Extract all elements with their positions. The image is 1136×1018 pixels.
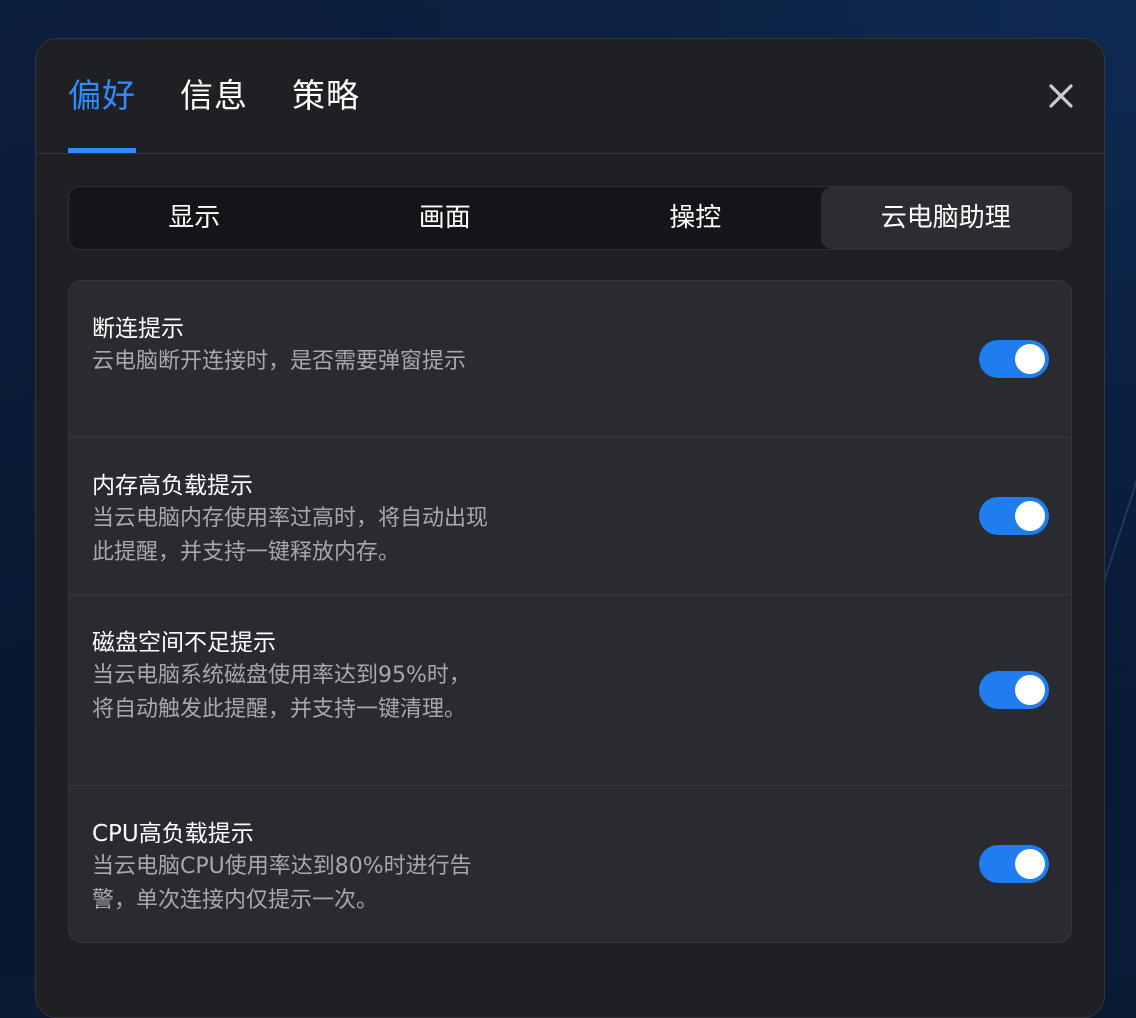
setting-title: CPU高负载提示: [92, 821, 254, 847]
toggle-knob: [1015, 675, 1045, 705]
setting-row-disconnect: 断连提示 云电脑断开连接时，是否需要弹窗提示: [69, 281, 1071, 438]
tab-policy[interactable]: 策略: [292, 39, 360, 153]
setting-title: 内存高负载提示: [92, 473, 253, 499]
segment-picture[interactable]: 画面: [320, 187, 571, 249]
disk-alert-toggle[interactable]: [979, 671, 1049, 709]
close-icon: [1049, 84, 1073, 108]
setting-description: 当云电脑内存使用率过高时，将自动出现此提醒，并支持一键释放内存。: [92, 506, 489, 565]
segment-cloud-assistant[interactable]: 云电脑助理: [820, 187, 1071, 249]
segment-controls[interactable]: 操控: [570, 187, 821, 249]
tab-preferences[interactable]: 偏好: [68, 39, 136, 153]
setting-row-cpu: CPU高负载提示 当云电脑CPU使用率达到80%时进行告警，单次连接内仅提示一次…: [69, 786, 1071, 942]
setting-title: 磁盘空间不足提示: [92, 630, 276, 656]
dialog-tabs: 偏好 信息 策略: [68, 39, 404, 153]
cpu-alert-toggle[interactable]: [979, 845, 1049, 883]
settings-category-switcher: 显示 画面 操控 云电脑助理: [68, 186, 1072, 250]
assistant-settings-list: 断连提示 云电脑断开连接时，是否需要弹窗提示 内存高负载提示 当云电脑内存使用率…: [68, 280, 1072, 943]
setting-description: 当云电脑系统磁盘使用率达到95%时，将自动触发此提醒，并支持一键清理。: [92, 663, 471, 722]
tab-info[interactable]: 信息: [180, 39, 248, 153]
preferences-dialog: 偏好 信息 策略 显示 画面 操控 云电脑助理 断连提示 云电脑断开连接时，是否…: [35, 38, 1105, 1018]
dialog-header: 偏好 信息 策略: [36, 39, 1104, 154]
close-button[interactable]: [1044, 79, 1078, 113]
disconnect-alert-toggle[interactable]: [979, 340, 1049, 378]
setting-title: 断连提示: [92, 316, 184, 342]
toggle-knob: [1015, 849, 1045, 879]
toggle-knob: [1015, 344, 1045, 374]
segment-display[interactable]: 显示: [69, 187, 320, 249]
setting-description: 云电脑断开连接时，是否需要弹窗提示: [92, 349, 467, 374]
toggle-knob: [1015, 501, 1045, 531]
setting-row-disk: 磁盘空间不足提示 当云电脑系统磁盘使用率达到95%时，将自动触发此提醒，并支持一…: [69, 595, 1071, 786]
setting-row-memory: 内存高负载提示 当云电脑内存使用率过高时，将自动出现此提醒，并支持一键释放内存。: [69, 438, 1071, 595]
setting-description: 当云电脑CPU使用率达到80%时进行告警，单次连接内仅提示一次。: [92, 854, 472, 913]
memory-alert-toggle[interactable]: [979, 497, 1049, 535]
